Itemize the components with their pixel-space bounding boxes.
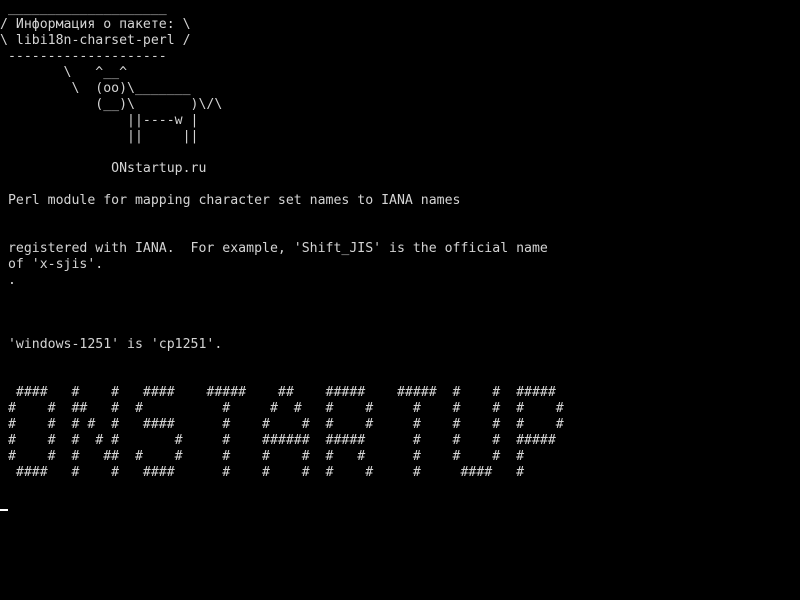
terminal-screen[interactable]: ____________________ / Информация о паке…	[0, 0, 800, 600]
cow-art-line-4: ||----w |	[0, 113, 199, 128]
package-summary: Perl module for mapping character set na…	[0, 193, 461, 208]
banner-line-5: # # # ## # # # # # # # # # # #	[0, 449, 525, 464]
description-line-1: registered with IANA. For example, 'Shif…	[0, 241, 548, 256]
description-line-3: .	[0, 273, 16, 288]
site-name: ONstartup.ru	[0, 161, 207, 176]
cow-art-line-1: \ ^__^	[0, 65, 128, 80]
description-line-4: 'windows-1251' is 'cp1251'.	[0, 337, 223, 352]
cow-art-line-3: (__)\ )\/\	[0, 97, 223, 112]
cow-art-line-5: || ||	[0, 129, 199, 144]
banner-line-4: # # # # # # # ###### ##### # # # #####	[0, 433, 556, 448]
description-line-2: of 'x-sjis'.	[0, 257, 104, 272]
cowsay-top-border: ____________________	[0, 1, 167, 16]
banner-line-2: # # ## # # # # # # # # # # # #	[0, 401, 564, 416]
banner-line-1: #### # # #### ##### ## ##### ##### # # #…	[0, 385, 556, 400]
cowsay-bottom-border: --------------------	[0, 49, 167, 64]
cowsay-title-line: / Информация о пакете: \	[0, 17, 191, 32]
cow-art-line-2: \ (oo)\_______	[0, 81, 191, 96]
cowsay-package-line: \ libi18n-charset-perl /	[0, 33, 191, 48]
text-cursor	[0, 509, 8, 511]
banner-line-6: #### # # #### # # # # # # #### #	[0, 465, 525, 480]
banner-line-3: # # # # # #### # # # # # # # # # #	[0, 417, 564, 432]
